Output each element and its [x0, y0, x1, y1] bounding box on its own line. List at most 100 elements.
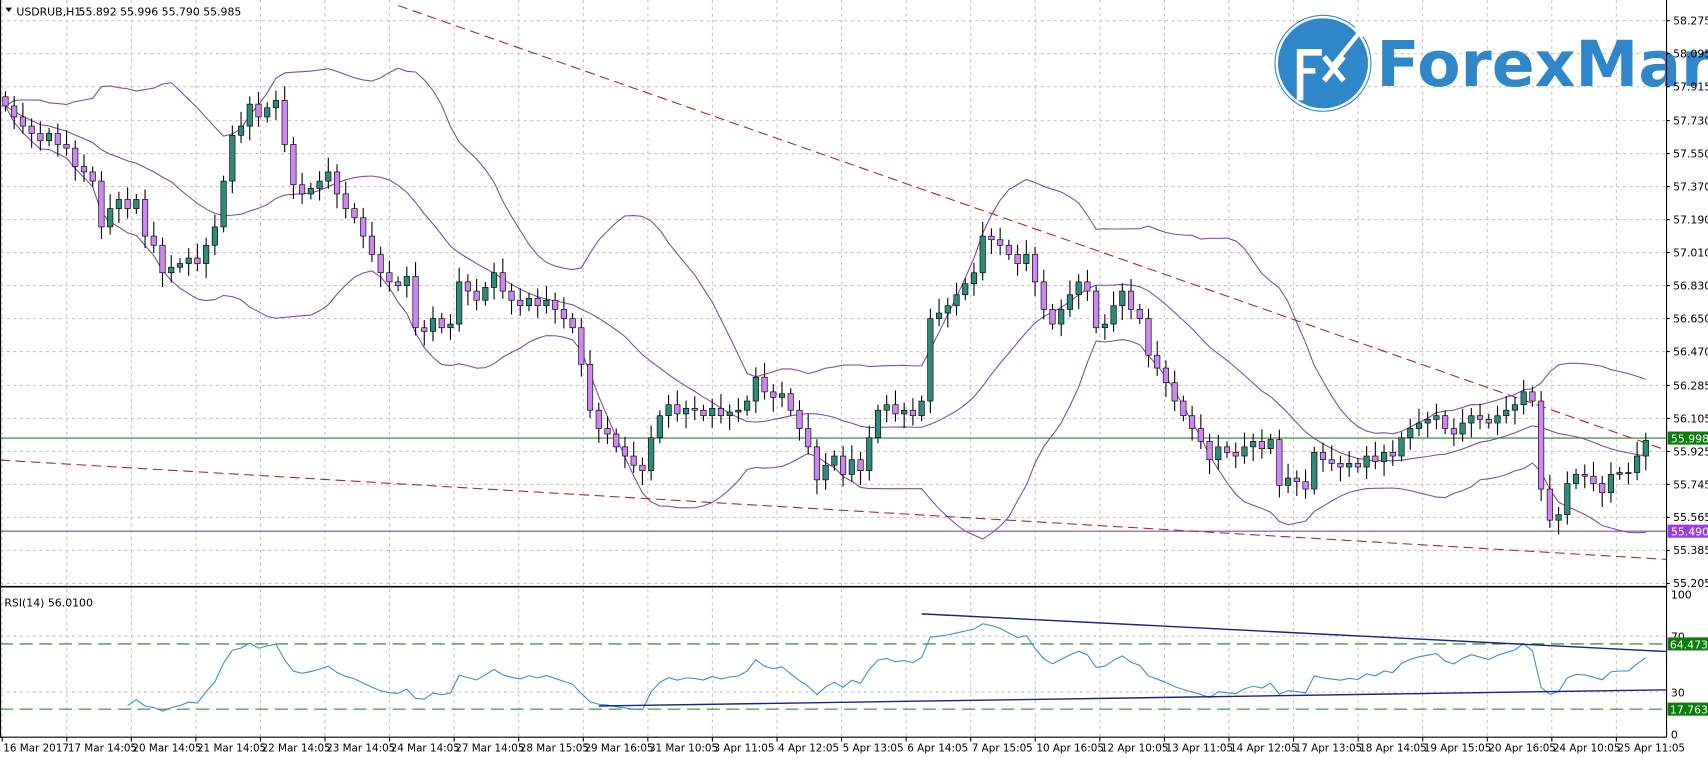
bear-candle-body — [1223, 446, 1231, 453]
bear-candle-body — [1162, 367, 1169, 384]
candle — [936, 298, 943, 327]
candle — [1136, 303, 1143, 325]
triangle-down-icon[interactable] — [5, 7, 12, 12]
candle — [1398, 432, 1405, 462]
bull-candle-body — [752, 376, 759, 402]
bear-candle-body — [1302, 481, 1309, 490]
price-tick-label: 57.730 — [1673, 114, 1708, 127]
bear-candle-body — [988, 235, 995, 241]
candle — [979, 221, 986, 281]
bull-candle-body — [525, 298, 533, 307]
bull-candle-body — [1433, 415, 1440, 420]
candle — [1572, 468, 1580, 490]
bull-candle-body — [936, 312, 943, 319]
candle — [395, 276, 402, 292]
time-tick-label: 12 Apr 10:05 — [1101, 742, 1169, 754]
candle — [621, 436, 629, 469]
candle — [63, 130, 70, 156]
candle — [796, 400, 803, 441]
rsi-panel — [0, 613, 1667, 712]
candle — [299, 172, 306, 204]
trading-chart[interactable]: ForexMart 58.275 58.095 57.915 57.730 57.550… — [0, 0, 1708, 759]
candle — [726, 404, 733, 431]
candle — [368, 221, 375, 263]
bear-candle-body — [28, 125, 35, 134]
candle — [37, 121, 44, 151]
rsi-label: RSI(14) 56.0100 — [4, 596, 93, 609]
candle — [1433, 403, 1440, 430]
bull-candle-body — [1066, 294, 1074, 310]
bull-candle-body — [1058, 309, 1065, 325]
bull-candle-body — [831, 455, 838, 466]
candle — [281, 86, 288, 153]
bear-candle-body — [368, 235, 375, 255]
candle — [237, 111, 245, 143]
candle — [1058, 299, 1065, 337]
candle — [1223, 441, 1231, 458]
candle — [115, 191, 122, 223]
candle — [1546, 474, 1553, 528]
time-tick-label: 20 Apr 16:05 — [1488, 742, 1556, 754]
candle — [1293, 470, 1300, 496]
bull-candle-body — [1616, 472, 1623, 475]
bear-candle-body — [796, 409, 803, 429]
bear-candle-body — [464, 281, 471, 292]
price-tick-label: 56.285 — [1673, 379, 1708, 392]
candle — [290, 136, 297, 200]
bull-candle-body — [1407, 428, 1414, 439]
time-tick-label: 25 Apr 11:05 — [1617, 742, 1685, 754]
candle — [150, 221, 157, 253]
candle — [1302, 469, 1309, 499]
candle — [1494, 405, 1501, 436]
candle — [19, 102, 26, 134]
bear-candle-body — [813, 446, 820, 481]
bull-candle-body — [46, 133, 53, 142]
time-tick-label: 14 Apr 12:05 — [1230, 742, 1298, 754]
rsi-tick-label: 30 — [1671, 686, 1685, 699]
candle — [970, 262, 978, 296]
bear-candle-body — [1529, 391, 1536, 402]
bear-candle-body — [674, 404, 681, 415]
candle — [499, 258, 506, 299]
candle — [1616, 467, 1623, 480]
bear-candle-body — [1180, 400, 1187, 417]
bear-candle-body — [360, 217, 367, 237]
time-tick-label: 29 Mar 16:05 — [584, 742, 653, 754]
bull-candle-body — [133, 199, 140, 209]
bull-candle-body — [1607, 474, 1614, 494]
bear-candle-body — [1372, 455, 1379, 462]
candle — [1538, 391, 1545, 502]
bull-candle-body — [246, 103, 253, 127]
candle — [1258, 429, 1265, 459]
bear-candle-body — [1206, 441, 1213, 461]
bear-candle-body — [604, 428, 611, 435]
bull-candle-body — [1459, 422, 1466, 435]
candle — [866, 425, 873, 481]
bear-candle-body — [1546, 488, 1553, 521]
bull-candle-body — [203, 244, 210, 264]
bear-candle-body — [639, 464, 646, 472]
candle — [72, 140, 79, 181]
bear-candle-body — [438, 318, 445, 329]
bear-candle-body — [517, 299, 524, 307]
candle — [264, 102, 271, 123]
bull-candle-body — [168, 266, 175, 274]
bull-candle-body — [185, 257, 192, 264]
bull-candle-body — [1398, 437, 1405, 457]
price-tick-label: 57.550 — [1673, 147, 1708, 160]
time-tick-label: 18 Apr 14:05 — [1359, 742, 1427, 754]
candle — [1031, 246, 1039, 297]
time-tick-label: 19 Apr 15:05 — [1424, 742, 1492, 754]
candle — [1607, 462, 1614, 503]
bull-candle-body — [726, 411, 733, 417]
candle — [525, 292, 533, 312]
candle — [1049, 303, 1056, 330]
bull-candle-body — [735, 409, 742, 413]
bull-candle-body — [656, 415, 663, 439]
bear-candle-body — [1232, 452, 1239, 457]
candle — [464, 274, 471, 306]
current-price-label: 55.998 — [1671, 432, 1708, 445]
price-tick-label: 56.650 — [1673, 312, 1708, 325]
candle — [1424, 411, 1431, 438]
candle — [534, 288, 541, 318]
